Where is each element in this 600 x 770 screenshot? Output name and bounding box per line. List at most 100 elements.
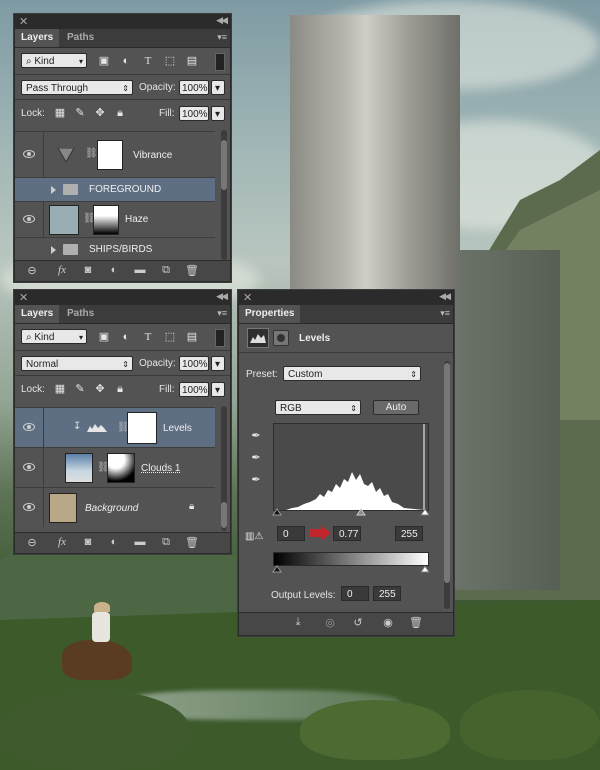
input-levels-slider[interactable] xyxy=(269,507,433,517)
link-layers-icon[interactable]: ⊖ xyxy=(25,264,39,277)
add-mask-icon[interactable]: ◙ xyxy=(81,264,95,276)
trash-icon[interactable]: 🗑︎ xyxy=(185,264,199,277)
layer-name[interactable]: Levels xyxy=(163,423,192,434)
channel-dropdown[interactable]: RGB ⇕ xyxy=(275,400,361,415)
blend-mode-dropdown[interactable]: Pass Through ⇕ xyxy=(21,80,133,95)
filter-kind-dropdown[interactable]: ⌕ Kind ▾ xyxy=(21,329,87,344)
shape-filter-icon[interactable]: ⬚ xyxy=(163,330,177,344)
new-layer-icon[interactable]: ⧉ xyxy=(159,264,173,277)
collapse-icon[interactable]: ◀◀ xyxy=(216,15,228,26)
layer-mask-thumbnail[interactable] xyxy=(107,453,135,483)
fx-icon[interactable]: fx xyxy=(55,264,69,276)
lock-all-icon[interactable]: 🔒︎ xyxy=(113,106,127,120)
tab-paths[interactable]: Paths xyxy=(61,29,100,47)
filter-toggle[interactable] xyxy=(215,53,225,71)
opacity-field[interactable]: 100% xyxy=(179,356,209,371)
clipping-warning-icon[interactable]: ▥⚠ xyxy=(245,531,263,542)
tab-properties[interactable]: Properties xyxy=(239,305,301,323)
close-icon[interactable]: ✕ xyxy=(243,291,252,304)
lock-image-icon[interactable]: ✎ xyxy=(73,106,87,120)
new-group-icon[interactable]: ▬ xyxy=(133,536,147,548)
opacity-dropdown-button[interactable]: ▾ xyxy=(211,356,225,371)
input-gamma-field[interactable]: 0.77 xyxy=(333,526,361,541)
close-icon[interactable]: ✕ xyxy=(19,15,28,28)
layer-group-row[interactable]: SHIPS/BIRDS xyxy=(15,237,215,259)
fx-icon[interactable]: fx xyxy=(55,536,69,548)
opacity-field[interactable]: 100% xyxy=(179,80,209,95)
layer-thumbnail[interactable] xyxy=(65,453,93,483)
pixel-filter-icon[interactable]: ▣ xyxy=(97,54,111,68)
new-layer-icon[interactable]: ⧉ xyxy=(159,536,173,549)
filter-toggle[interactable] xyxy=(215,329,225,347)
layer-name[interactable]: Background xyxy=(85,503,138,514)
scrollbar-thumb[interactable] xyxy=(444,363,450,583)
visibility-eye-icon[interactable] xyxy=(23,463,35,471)
adjustment-filter-icon[interactable]: ◐ xyxy=(119,330,133,344)
panel-menu-icon[interactable]: ▾≡ xyxy=(217,32,227,43)
output-white-field[interactable]: 255 xyxy=(373,586,401,601)
close-icon[interactable]: ✕ xyxy=(19,291,28,304)
opacity-dropdown-button[interactable]: ▾ xyxy=(211,80,225,95)
link-layers-icon[interactable]: ⊖ xyxy=(25,536,39,549)
smart-object-filter-icon[interactable]: ▤ xyxy=(185,330,199,344)
lock-position-icon[interactable]: ✥ xyxy=(93,106,107,120)
new-adjustment-icon[interactable]: ◐ xyxy=(107,536,121,548)
preset-dropdown[interactable]: Custom ⇕ xyxy=(283,366,421,381)
smart-object-filter-icon[interactable]: ▤ xyxy=(185,54,199,68)
filter-kind-dropdown[interactable]: ⌕ Kind ▾ xyxy=(21,53,87,68)
expand-triangle-icon[interactable] xyxy=(51,186,56,194)
layer-thumbnail[interactable] xyxy=(49,205,79,235)
visibility-eye-icon[interactable] xyxy=(23,150,35,158)
lock-transparent-icon[interactable]: ▦ xyxy=(53,382,67,396)
layer-row[interactable]: ⛓ Vibrance xyxy=(15,131,215,177)
layer-row[interactable]: ⛓ Haze xyxy=(15,201,215,237)
type-filter-icon[interactable]: T xyxy=(141,54,155,68)
shape-filter-icon[interactable]: ⬚ xyxy=(163,54,177,68)
input-white-field[interactable]: 255 xyxy=(395,526,423,541)
layer-mask-thumbnail[interactable] xyxy=(93,205,119,235)
lock-all-icon[interactable]: 🔒︎ xyxy=(113,382,127,396)
properties-scrollbar[interactable] xyxy=(444,361,450,609)
trash-icon[interactable]: 🗑︎ xyxy=(409,616,423,629)
panel-menu-icon[interactable]: ▾≡ xyxy=(440,308,450,319)
tab-layers[interactable]: Layers xyxy=(15,305,60,323)
layer-name[interactable]: SHIPS/BIRDS xyxy=(89,244,152,255)
layer-thumbnail[interactable] xyxy=(49,493,77,523)
output-levels-slider[interactable] xyxy=(269,564,433,574)
visibility-eye-icon[interactable] xyxy=(23,215,35,223)
clip-to-layer-icon[interactable]: ⤓ xyxy=(291,616,305,629)
adjustment-filter-icon[interactable]: ◐ xyxy=(119,54,133,68)
visibility-eye-icon[interactable]: ◉ xyxy=(381,616,395,629)
panel-menu-icon[interactable]: ▾≡ xyxy=(217,308,227,319)
lock-transparent-icon[interactable]: ▦ xyxy=(53,106,67,120)
layer-group-row[interactable]: FOREGROUND xyxy=(15,177,215,201)
trash-icon[interactable]: 🗑︎ xyxy=(185,536,199,549)
collapse-icon[interactable]: ◀◀ xyxy=(216,291,228,302)
black-point-eyedropper-icon[interactable]: ✒ xyxy=(249,429,263,443)
pixel-filter-icon[interactable]: ▣ xyxy=(97,330,111,344)
tab-paths[interactable]: Paths xyxy=(61,305,100,323)
new-adjustment-icon[interactable]: ◐ xyxy=(107,264,121,276)
layer-row[interactable]: ⛓ Clouds 1 xyxy=(15,447,215,487)
levels-adjustment-icon[interactable] xyxy=(247,328,269,348)
reset-icon[interactable]: ↺ xyxy=(351,616,365,629)
visibility-eye-icon[interactable] xyxy=(23,423,35,431)
mask-properties-icon[interactable] xyxy=(273,330,289,346)
fill-field[interactable]: 100% xyxy=(179,382,209,397)
scrollbar-thumb[interactable] xyxy=(221,502,227,528)
collapse-icon[interactable]: ◀◀ xyxy=(439,291,451,302)
view-previous-icon[interactable]: ◎ xyxy=(323,616,337,629)
layer-name[interactable]: Haze xyxy=(125,214,148,225)
layers-scrollbar[interactable] xyxy=(221,406,227,531)
layer-row[interactable]: Background 🔒︎ xyxy=(15,487,215,527)
auto-button[interactable]: Auto xyxy=(373,400,419,415)
blend-mode-dropdown[interactable]: Normal ⇕ xyxy=(21,356,133,371)
output-black-field[interactable]: 0 xyxy=(341,586,369,601)
gray-point-eyedropper-icon[interactable]: ✒ xyxy=(249,451,263,465)
visibility-eye-icon[interactable] xyxy=(23,503,35,511)
layer-mask-thumbnail[interactable] xyxy=(127,412,157,444)
scrollbar-thumb[interactable] xyxy=(221,140,227,190)
input-black-field[interactable]: 0 xyxy=(277,526,305,541)
layer-name[interactable]: Clouds 1 xyxy=(141,463,180,474)
layer-mask-thumbnail[interactable] xyxy=(97,140,123,170)
